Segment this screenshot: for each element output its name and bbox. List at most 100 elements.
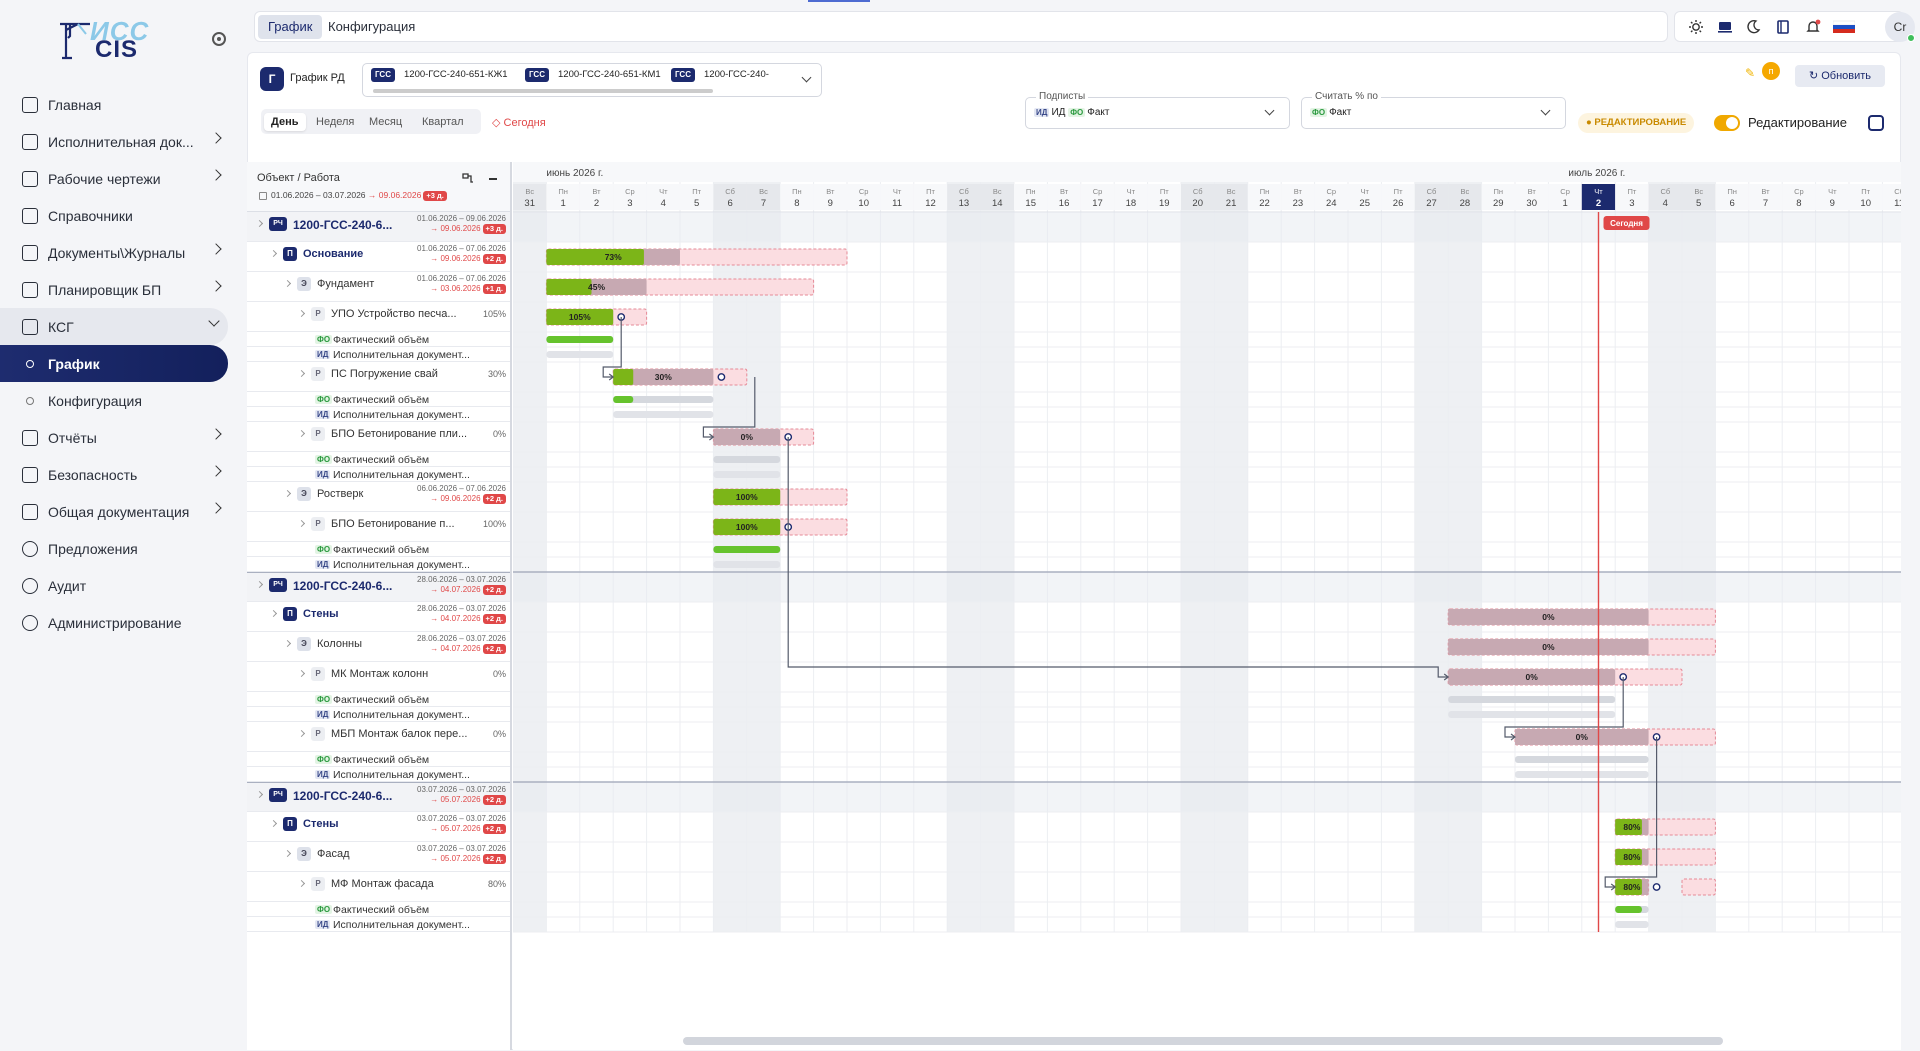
- sidebar-item-5[interactable]: Планировщик БП: [0, 271, 240, 308]
- chevron-right-icon[interactable]: [297, 309, 306, 318]
- chevron-right-icon[interactable]: [255, 790, 264, 799]
- sidebar-item-13[interactable]: Аудит: [0, 567, 240, 604]
- table-row[interactable]: Р ПС Погружение свай 30%: [247, 362, 510, 392]
- list-item[interactable]: ИД Исполнительная документ...: [247, 707, 510, 722]
- chevron-right-icon[interactable]: [283, 849, 292, 858]
- sidebar-item-7[interactable]: График: [0, 345, 228, 382]
- sidebar-item-8[interactable]: Конфигурация: [0, 382, 240, 419]
- edit-toggle[interactable]: [1714, 115, 1740, 131]
- list-item[interactable]: ФО Фактический объём: [247, 542, 510, 557]
- user-avatar[interactable]: Cr: [1885, 12, 1915, 42]
- sidebar-item-10[interactable]: Безопасность: [0, 456, 240, 493]
- logo[interactable]: ИСС CIS: [50, 14, 180, 64]
- sidebar-item-11[interactable]: Общая документация: [0, 493, 240, 530]
- pin-sidebar-icon[interactable]: [212, 32, 226, 46]
- bell-icon[interactable]: [1805, 19, 1821, 35]
- list-item[interactable]: ИД Исполнительная документ...: [247, 917, 510, 932]
- sidebar-item-0[interactable]: Главная: [0, 86, 240, 123]
- count-percent-select[interactable]: Считать % по ФО Факт: [1301, 91, 1566, 129]
- user-badge[interactable]: п: [1762, 62, 1780, 80]
- tab-month[interactable]: Месяц: [362, 113, 409, 131]
- list-item[interactable]: ИД Исполнительная документ...: [247, 347, 510, 362]
- chevron-right-icon[interactable]: [297, 669, 306, 678]
- sidebar-item-9[interactable]: Отчёты: [0, 419, 240, 456]
- rd-schedule-select[interactable]: ГСС 1200-ГСС-240-651-КЖ1 ГСС 1200-ГСС-24…: [362, 63, 822, 97]
- progress-bar[interactable]: [613, 369, 634, 385]
- signs-select[interactable]: Подписты ИД ИД ФО Факт: [1025, 91, 1290, 129]
- list-item[interactable]: ИД Исполнительная документ...: [247, 407, 510, 422]
- progress-bar[interactable]: [546, 249, 644, 265]
- list-item[interactable]: ИД Исполнительная документ...: [247, 467, 510, 482]
- tab-day[interactable]: День: [264, 113, 306, 131]
- chevron-right-icon[interactable]: [269, 609, 278, 618]
- task-dates: 01.06.2026 – 09.06.2026 → 09.06.2026 +3 д.: [417, 214, 506, 234]
- chevron-right-icon[interactable]: [297, 429, 306, 438]
- chevron-right-icon[interactable]: [269, 249, 278, 258]
- list-item[interactable]: ФО Фактический объём: [247, 752, 510, 767]
- table-row[interactable]: РЧ 1200-ГСС-240-6... 01.06.2026 – 09.06.20…: [247, 212, 510, 242]
- table-row[interactable]: Р БПО Бетонирование п... 100%: [247, 512, 510, 542]
- sidebar-item-1[interactable]: Исполнительная док...: [0, 123, 240, 160]
- collapse-all-icon[interactable]: [489, 178, 497, 180]
- doc-track: [1515, 771, 1649, 778]
- russian-flag-icon[interactable]: [1833, 19, 1855, 35]
- day-label: 23: [1293, 198, 1304, 209]
- list-item[interactable]: ФО Фактический объём: [247, 332, 510, 347]
- sun-icon[interactable]: [1688, 19, 1704, 35]
- list-item[interactable]: ФО Фактический объём: [247, 692, 510, 707]
- table-row[interactable]: П Основание 01.06.2026 – 07.06.2026 → 09.06…: [247, 242, 510, 272]
- forecast-bar[interactable]: [1681, 878, 1716, 896]
- link-handle[interactable]: [717, 373, 726, 381]
- sidebar-item-12[interactable]: Предложения: [0, 530, 240, 567]
- link-handle[interactable]: [1652, 883, 1661, 891]
- chevron-right-icon[interactable]: [283, 489, 292, 498]
- book-icon[interactable]: [1775, 19, 1791, 35]
- list-item[interactable]: ФО Фактический объём: [247, 902, 510, 917]
- laptop-icon[interactable]: [1717, 19, 1733, 35]
- tab-konfiguratsiya[interactable]: Конфигурация: [318, 15, 425, 39]
- chevron-right-icon[interactable]: [255, 580, 264, 589]
- table-row[interactable]: Э Фундамент 01.06.2026 – 07.06.2026 → 03.06…: [247, 272, 510, 302]
- table-row[interactable]: Э Колонны 28.06.2026 – 03.07.2026 → 04.07.2…: [247, 632, 510, 662]
- tab-quarter[interactable]: Квартал: [415, 113, 471, 131]
- horizontal-scrollbar[interactable]: [683, 1037, 1723, 1045]
- chevron-right-icon[interactable]: [255, 219, 264, 228]
- today-button[interactable]: ◇ Сегодня: [492, 116, 546, 129]
- table-row[interactable]: П Стены 03.07.2026 – 03.07.2026 → 05.07.202…: [247, 812, 510, 842]
- list-item[interactable]: ИД Исполнительная документ...: [247, 557, 510, 572]
- chevron-right-icon[interactable]: [297, 519, 306, 528]
- sidebar-item-6[interactable]: КСГ: [0, 308, 228, 345]
- list-item[interactable]: ИД Исполнительная документ...: [247, 767, 510, 782]
- progress-bar[interactable]: [546, 279, 592, 295]
- table-row[interactable]: РЧ 1200-ГСС-240-6... 28.06.2026 – 03.07.20…: [247, 572, 510, 602]
- sidebar-item-3[interactable]: Справочники: [0, 197, 240, 234]
- table-row[interactable]: П Стены 28.06.2026 – 03.07.2026 → 04.07.202…: [247, 602, 510, 632]
- moon-icon[interactable]: [1745, 19, 1761, 35]
- sidebar-item-14[interactable]: Администрирование: [0, 604, 240, 641]
- table-row[interactable]: Э Ростверк 06.06.2026 – 07.06.2026 → 09.06.…: [247, 482, 510, 512]
- table-row[interactable]: Э Фасад 03.07.2026 – 03.07.2026 → 05.07.202…: [247, 842, 510, 872]
- table-row[interactable]: Р МБП Монтаж балок пере... 0%: [247, 722, 510, 752]
- sidebar-item-2[interactable]: Рабочие чертежи: [0, 160, 240, 197]
- chevron-right-icon[interactable]: [297, 369, 306, 378]
- chevron-right-icon[interactable]: [269, 819, 278, 828]
- table-row[interactable]: Р УПО Устройство песча... 105%: [247, 302, 510, 332]
- tab-grafik[interactable]: График: [258, 15, 323, 39]
- delay-badge: +2 д.: [482, 254, 506, 264]
- refresh-button[interactable]: ↻ Обновить: [1795, 65, 1885, 87]
- list-item[interactable]: ФО Фактический объём: [247, 452, 510, 467]
- table-row[interactable]: Р БПО Бетонирование пли... 0%: [247, 422, 510, 452]
- chevron-right-icon[interactable]: [297, 879, 306, 888]
- sidebar-item-4[interactable]: Документы\Журналы: [0, 234, 240, 271]
- list-item[interactable]: ФО Фактический объём: [247, 392, 510, 407]
- tab-week[interactable]: Неделя: [309, 113, 361, 131]
- table-row[interactable]: Р МК Монтаж колонн 0%: [247, 662, 510, 692]
- rd-select-scrollbar[interactable]: [373, 89, 713, 93]
- chevron-right-icon[interactable]: [297, 729, 306, 738]
- chevron-right-icon[interactable]: [283, 639, 292, 648]
- gear-icon[interactable]: [1868, 115, 1884, 131]
- chevron-right-icon[interactable]: [283, 279, 292, 288]
- hierarchy-icon[interactable]: [461, 172, 475, 186]
- table-row[interactable]: Р МФ Монтаж фасада 80%: [247, 872, 510, 902]
- table-row[interactable]: РЧ 1200-ГСС-240-6... 03.07.2026 – 03.07.20…: [247, 782, 510, 812]
